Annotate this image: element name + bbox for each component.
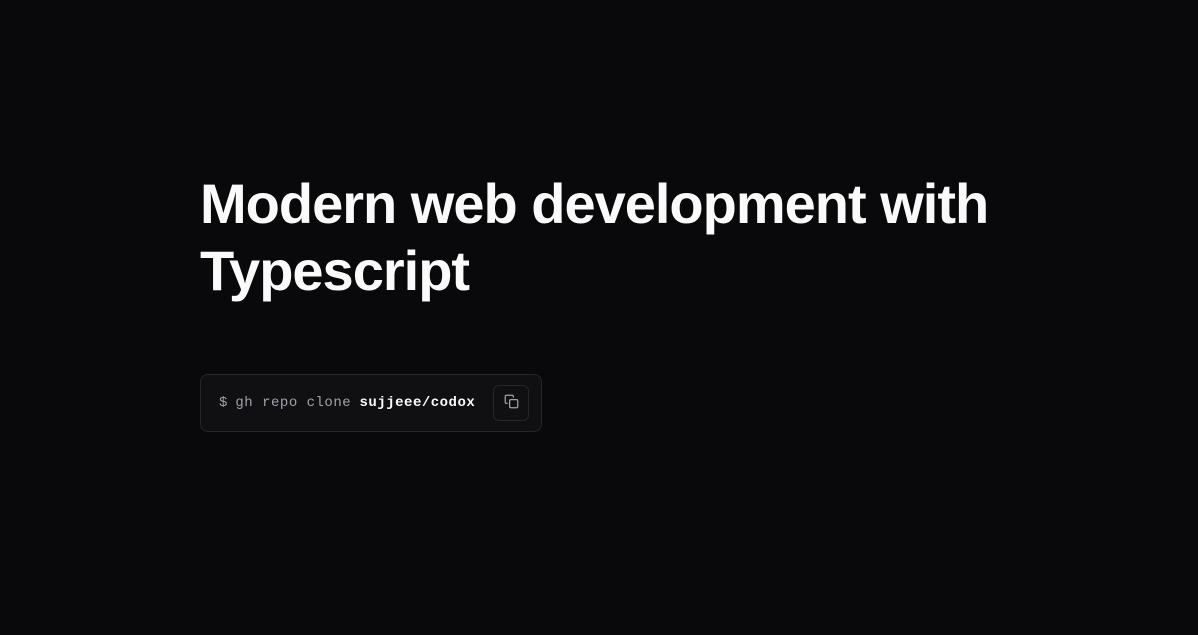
command-base: gh repo clone	[235, 395, 351, 411]
command-text: $ gh repo clone sujjeee/codox	[219, 395, 475, 411]
command-prompt: $	[219, 395, 227, 411]
command-box: $ gh repo clone sujjeee/codox	[200, 374, 542, 432]
command-target: sujjeee/codox	[360, 395, 476, 411]
page-title: Modern web development with Typescript	[200, 170, 1000, 304]
copy-icon	[504, 394, 519, 412]
hero-section: Modern web development with Typescript $…	[0, 0, 1198, 432]
copy-button[interactable]	[493, 385, 529, 421]
